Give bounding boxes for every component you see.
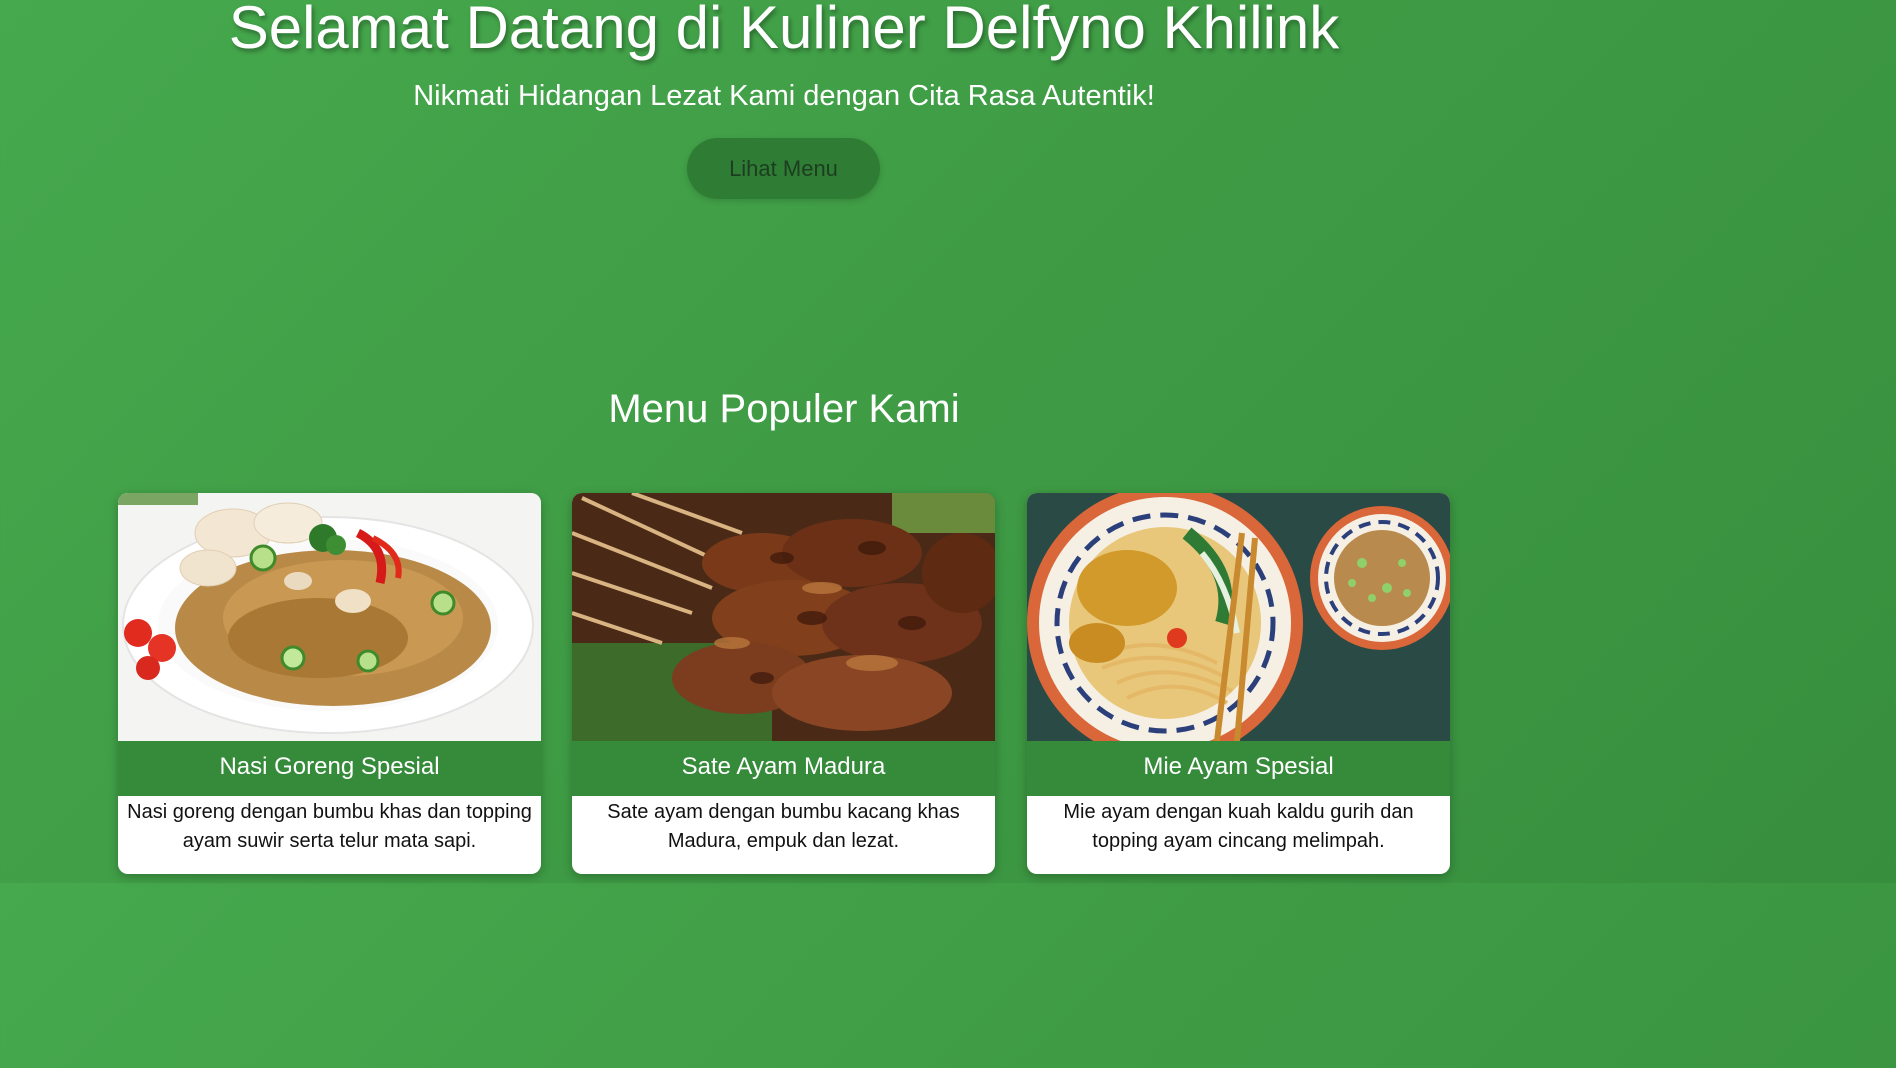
- menu-card-sate-ayam[interactable]: Sate Ayam Madura Sate ayam dengan bumbu …: [572, 493, 995, 874]
- nasi-goreng-image: [118, 493, 541, 741]
- card-description: Sate ayam dengan bumbu kacang khas Madur…: [607, 801, 960, 852]
- menu-cards: Nasi Goreng Spesial Nasi goreng dengan b…: [0, 493, 1568, 883]
- card-title: Mie Ayam Spesial: [1027, 741, 1450, 796]
- menu-section-title: Menu Populer Kami: [608, 387, 960, 431]
- card-description: Mie ayam dengan kuah kaldu gurih dan top…: [1063, 801, 1414, 852]
- hero-title: Selamat Datang di Kuliner Delfyno Khilin…: [228, 0, 1340, 61]
- mie-ayam-image: [1027, 493, 1450, 741]
- sate-ayam-image: [572, 493, 995, 741]
- card-title: Sate Ayam Madura: [572, 741, 995, 796]
- hero-subtitle: Nikmati Hidangan Lezat Kami dengan Cita …: [413, 80, 1155, 112]
- view-menu-button[interactable]: Lihat Menu: [687, 138, 880, 199]
- card-title: Nasi Goreng Spesial: [118, 741, 541, 796]
- menu-card-mie-ayam[interactable]: Mie Ayam Spesial Mie ayam dengan kuah ka…: [1027, 493, 1450, 874]
- card-description: Nasi goreng dengan bumbu khas dan toppin…: [127, 801, 532, 852]
- menu-card-nasi-goreng[interactable]: Nasi Goreng Spesial Nasi goreng dengan b…: [118, 493, 541, 874]
